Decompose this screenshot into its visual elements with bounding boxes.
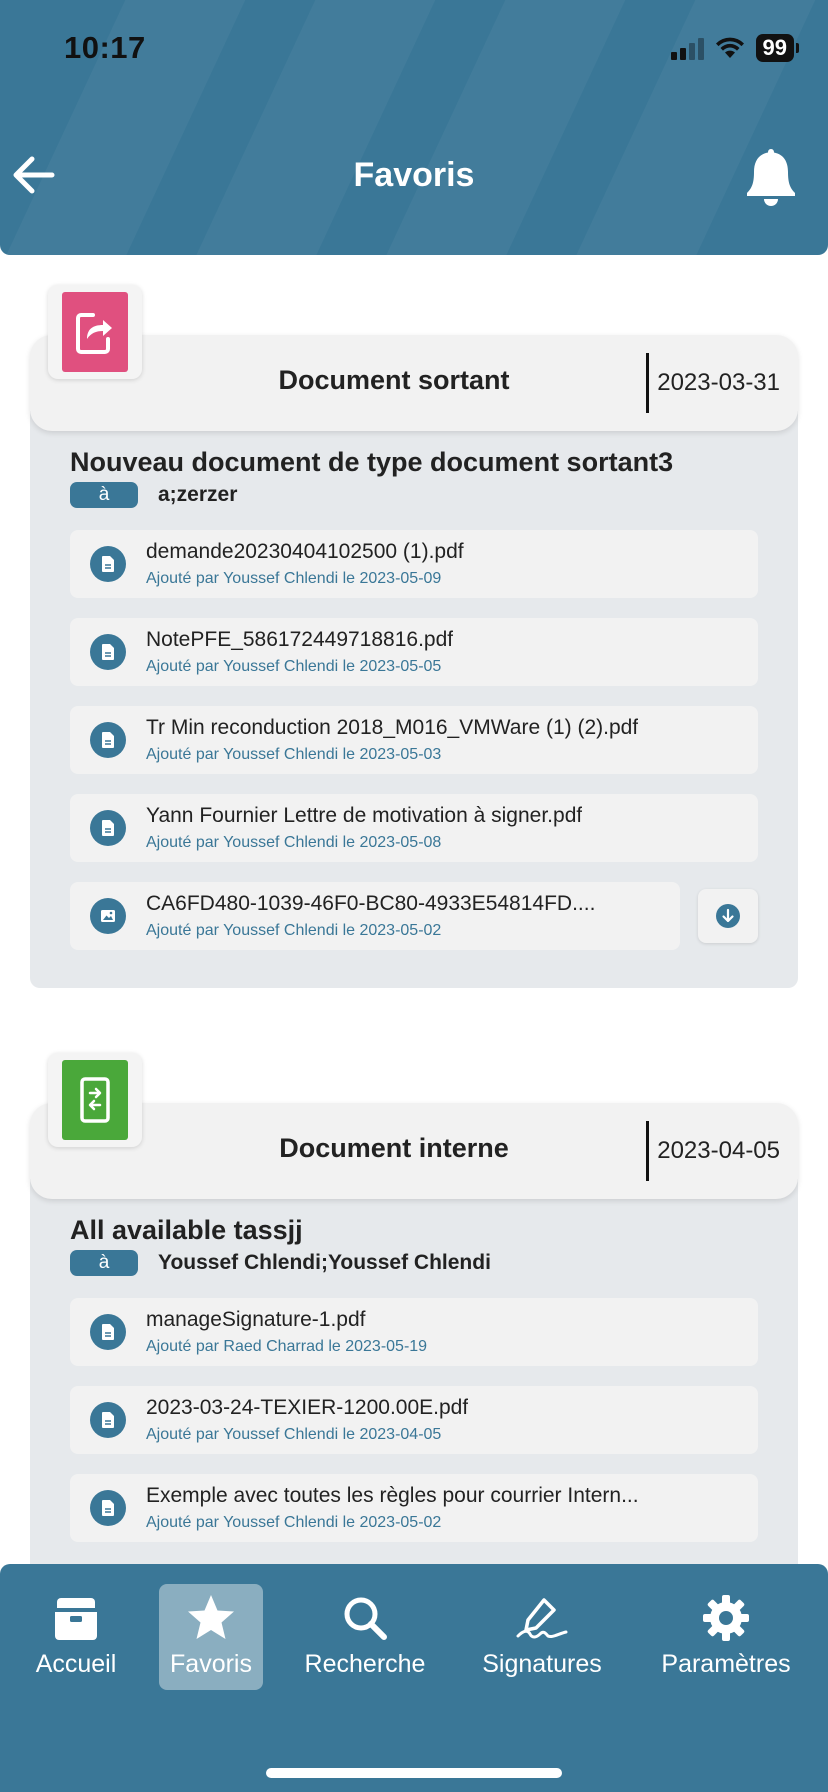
app-header: 10:17 99 Favoris bbox=[0, 0, 828, 255]
attachment-meta: Ajouté par Youssef Chlendi le 2023-04-05 bbox=[146, 1426, 442, 1443]
tab-recherche[interactable]: Recherche bbox=[296, 1584, 434, 1690]
document-type-label: Document interne bbox=[279, 1133, 509, 1163]
attachment-item[interactable]: manageSignature-1.pdf Ajouté par Raed Ch… bbox=[70, 1298, 758, 1366]
attachment-row: manageSignature-1.pdf Ajouté par Raed Ch… bbox=[70, 1298, 758, 1366]
bottom-tab-bar: Accueil Favoris Recherche Signatures Par… bbox=[0, 1564, 828, 1792]
attachment-meta: Ajouté par Youssef Chlendi le 2023-05-08 bbox=[146, 834, 442, 851]
document-type-badge bbox=[48, 1053, 142, 1147]
tab-label: Recherche bbox=[304, 1650, 426, 1678]
tab-label: Favoris bbox=[170, 1650, 252, 1678]
document-title: All available tassjj bbox=[70, 1215, 303, 1245]
notifications-button[interactable] bbox=[744, 145, 798, 207]
attachment-item[interactable]: NotePFE_586172449718816.pdf Ajouté par Y… bbox=[70, 618, 758, 686]
star-icon bbox=[188, 1595, 234, 1639]
attachment-row: CA6FD480-1039-46F0-BC80-4933E54814FD....… bbox=[70, 882, 758, 950]
tab-favoris[interactable]: Favoris bbox=[159, 1584, 263, 1690]
signature-icon bbox=[516, 1598, 568, 1639]
download-icon bbox=[716, 904, 740, 928]
file-icon bbox=[90, 722, 126, 758]
attachment-item[interactable]: Tr Min reconduction 2018_M016_VMWare (1)… bbox=[70, 706, 758, 774]
outgoing-document-icon bbox=[76, 313, 112, 354]
attachment-name: manageSignature-1.pdf bbox=[146, 1308, 366, 1331]
attachment-meta: Ajouté par Youssef Chlendi le 2023-05-09 bbox=[146, 570, 442, 587]
file-icon bbox=[90, 546, 126, 582]
recipient-badge: à bbox=[70, 1250, 138, 1276]
battery-indicator: 99 bbox=[755, 34, 800, 62]
internal-document-icon bbox=[80, 1077, 110, 1123]
recipient-name: Youssef Chlendi;Youssef Chlendi bbox=[158, 1251, 491, 1274]
image-icon bbox=[90, 898, 126, 934]
cellular-signal-icon bbox=[670, 36, 704, 60]
attachment-row: Tr Min reconduction 2018_M016_VMWare (1)… bbox=[70, 706, 758, 774]
file-icon bbox=[90, 810, 126, 846]
inbox-icon bbox=[55, 1598, 97, 1640]
attachment-item[interactable]: 2023-03-24-TEXIER-1200.00E.pdf Ajouté pa… bbox=[70, 1386, 758, 1454]
card-body: All available tassjj à Youssef Chlendi;Y… bbox=[30, 1179, 798, 1600]
tab-signatures[interactable]: Signatures bbox=[474, 1584, 610, 1690]
attachment-item[interactable]: CA6FD480-1039-46F0-BC80-4933E54814FD....… bbox=[70, 882, 680, 950]
bell-icon bbox=[747, 149, 795, 206]
attachment-name: demande20230404102500 (1).pdf bbox=[146, 540, 464, 563]
status-indicators: 99 bbox=[670, 34, 800, 62]
download-button[interactable] bbox=[698, 889, 758, 943]
tab-label: Paramètres bbox=[661, 1650, 791, 1678]
attachment-item[interactable]: Exemple avec toutes les règles pour cour… bbox=[70, 1474, 758, 1542]
file-icon bbox=[90, 1402, 126, 1438]
gear-icon bbox=[703, 1595, 749, 1641]
attachment-meta: Ajouté par Youssef Chlendi le 2023-05-02 bbox=[146, 922, 442, 939]
attachment-name: Tr Min reconduction 2018_M016_VMWare (1)… bbox=[146, 716, 639, 739]
document-date: 2023-03-31 bbox=[646, 353, 780, 413]
attachment-meta: Ajouté par Raed Charrad le 2023-05-19 bbox=[146, 1338, 428, 1355]
attachment-name: 2023-03-24-TEXIER-1200.00E.pdf bbox=[146, 1396, 469, 1419]
recipient-name: a;zerzer bbox=[158, 483, 238, 506]
favorite-card-internal[interactable]: Document interne 2023-04-05 All availabl… bbox=[30, 1053, 798, 1600]
page-title: Favoris bbox=[353, 156, 475, 194]
attachment-row: Exemple avec toutes les règles pour cour… bbox=[70, 1474, 758, 1542]
wifi-icon bbox=[715, 37, 744, 58]
attachment-row: demande20230404102500 (1).pdf Ajouté par… bbox=[70, 530, 758, 598]
home-indicator bbox=[266, 1768, 562, 1778]
recipient-badge: à bbox=[70, 482, 138, 508]
attachment-row: Yann Fournier Lettre de motivation à sig… bbox=[70, 794, 758, 862]
attachment-name: Yann Fournier Lettre de motivation à sig… bbox=[146, 804, 583, 827]
file-icon bbox=[90, 1314, 126, 1350]
tab-accueil[interactable]: Accueil bbox=[22, 1584, 130, 1690]
attachment-name: NotePFE_586172449718816.pdf bbox=[146, 628, 454, 651]
file-icon bbox=[90, 1490, 126, 1526]
attachment-name: Exemple avec toutes les règles pour cour… bbox=[146, 1484, 639, 1507]
document-title: Nouveau document de type document sortan… bbox=[70, 447, 674, 477]
attachment-row: NotePFE_586172449718816.pdf Ajouté par Y… bbox=[70, 618, 758, 686]
document-type-label: Document sortant bbox=[278, 365, 510, 395]
attachment-meta: Ajouté par Youssef Chlendi le 2023-05-05 bbox=[146, 658, 442, 675]
recipient-row: à Youssef Chlendi;Youssef Chlendi bbox=[70, 1250, 758, 1276]
document-date: 2023-04-05 bbox=[646, 1121, 780, 1181]
recipient-row: à a;zerzer bbox=[70, 482, 758, 508]
tab-label: Signatures bbox=[482, 1650, 602, 1678]
attachment-item[interactable]: demande20230404102500 (1).pdf Ajouté par… bbox=[70, 530, 758, 598]
tab-label: Accueil bbox=[35, 1650, 117, 1678]
attachment-row: 2023-03-24-TEXIER-1200.00E.pdf Ajouté pa… bbox=[70, 1386, 758, 1454]
tab-parametres[interactable]: Paramètres bbox=[650, 1584, 802, 1690]
attachment-item[interactable]: Yann Fournier Lettre de motivation à sig… bbox=[70, 794, 758, 862]
card-header: Document sortant 2023-03-31 bbox=[30, 285, 798, 431]
document-type-badge bbox=[48, 285, 142, 379]
attachment-meta: Ajouté par Youssef Chlendi le 2023-05-03 bbox=[146, 746, 442, 763]
status-time: 10:17 bbox=[64, 30, 146, 65]
card-header: Document interne 2023-04-05 bbox=[30, 1053, 798, 1199]
file-icon bbox=[90, 634, 126, 670]
attachment-name: CA6FD480-1039-46F0-BC80-4933E54814FD.... bbox=[146, 892, 596, 915]
search-icon bbox=[344, 1597, 387, 1640]
attachment-meta: Ajouté par Youssef Chlendi le 2023-05-02 bbox=[146, 1514, 442, 1531]
card-body: Nouveau document de type document sortan… bbox=[30, 411, 798, 988]
favorite-card-outgoing[interactable]: Document sortant 2023-03-31 Nouveau docu… bbox=[30, 285, 798, 988]
